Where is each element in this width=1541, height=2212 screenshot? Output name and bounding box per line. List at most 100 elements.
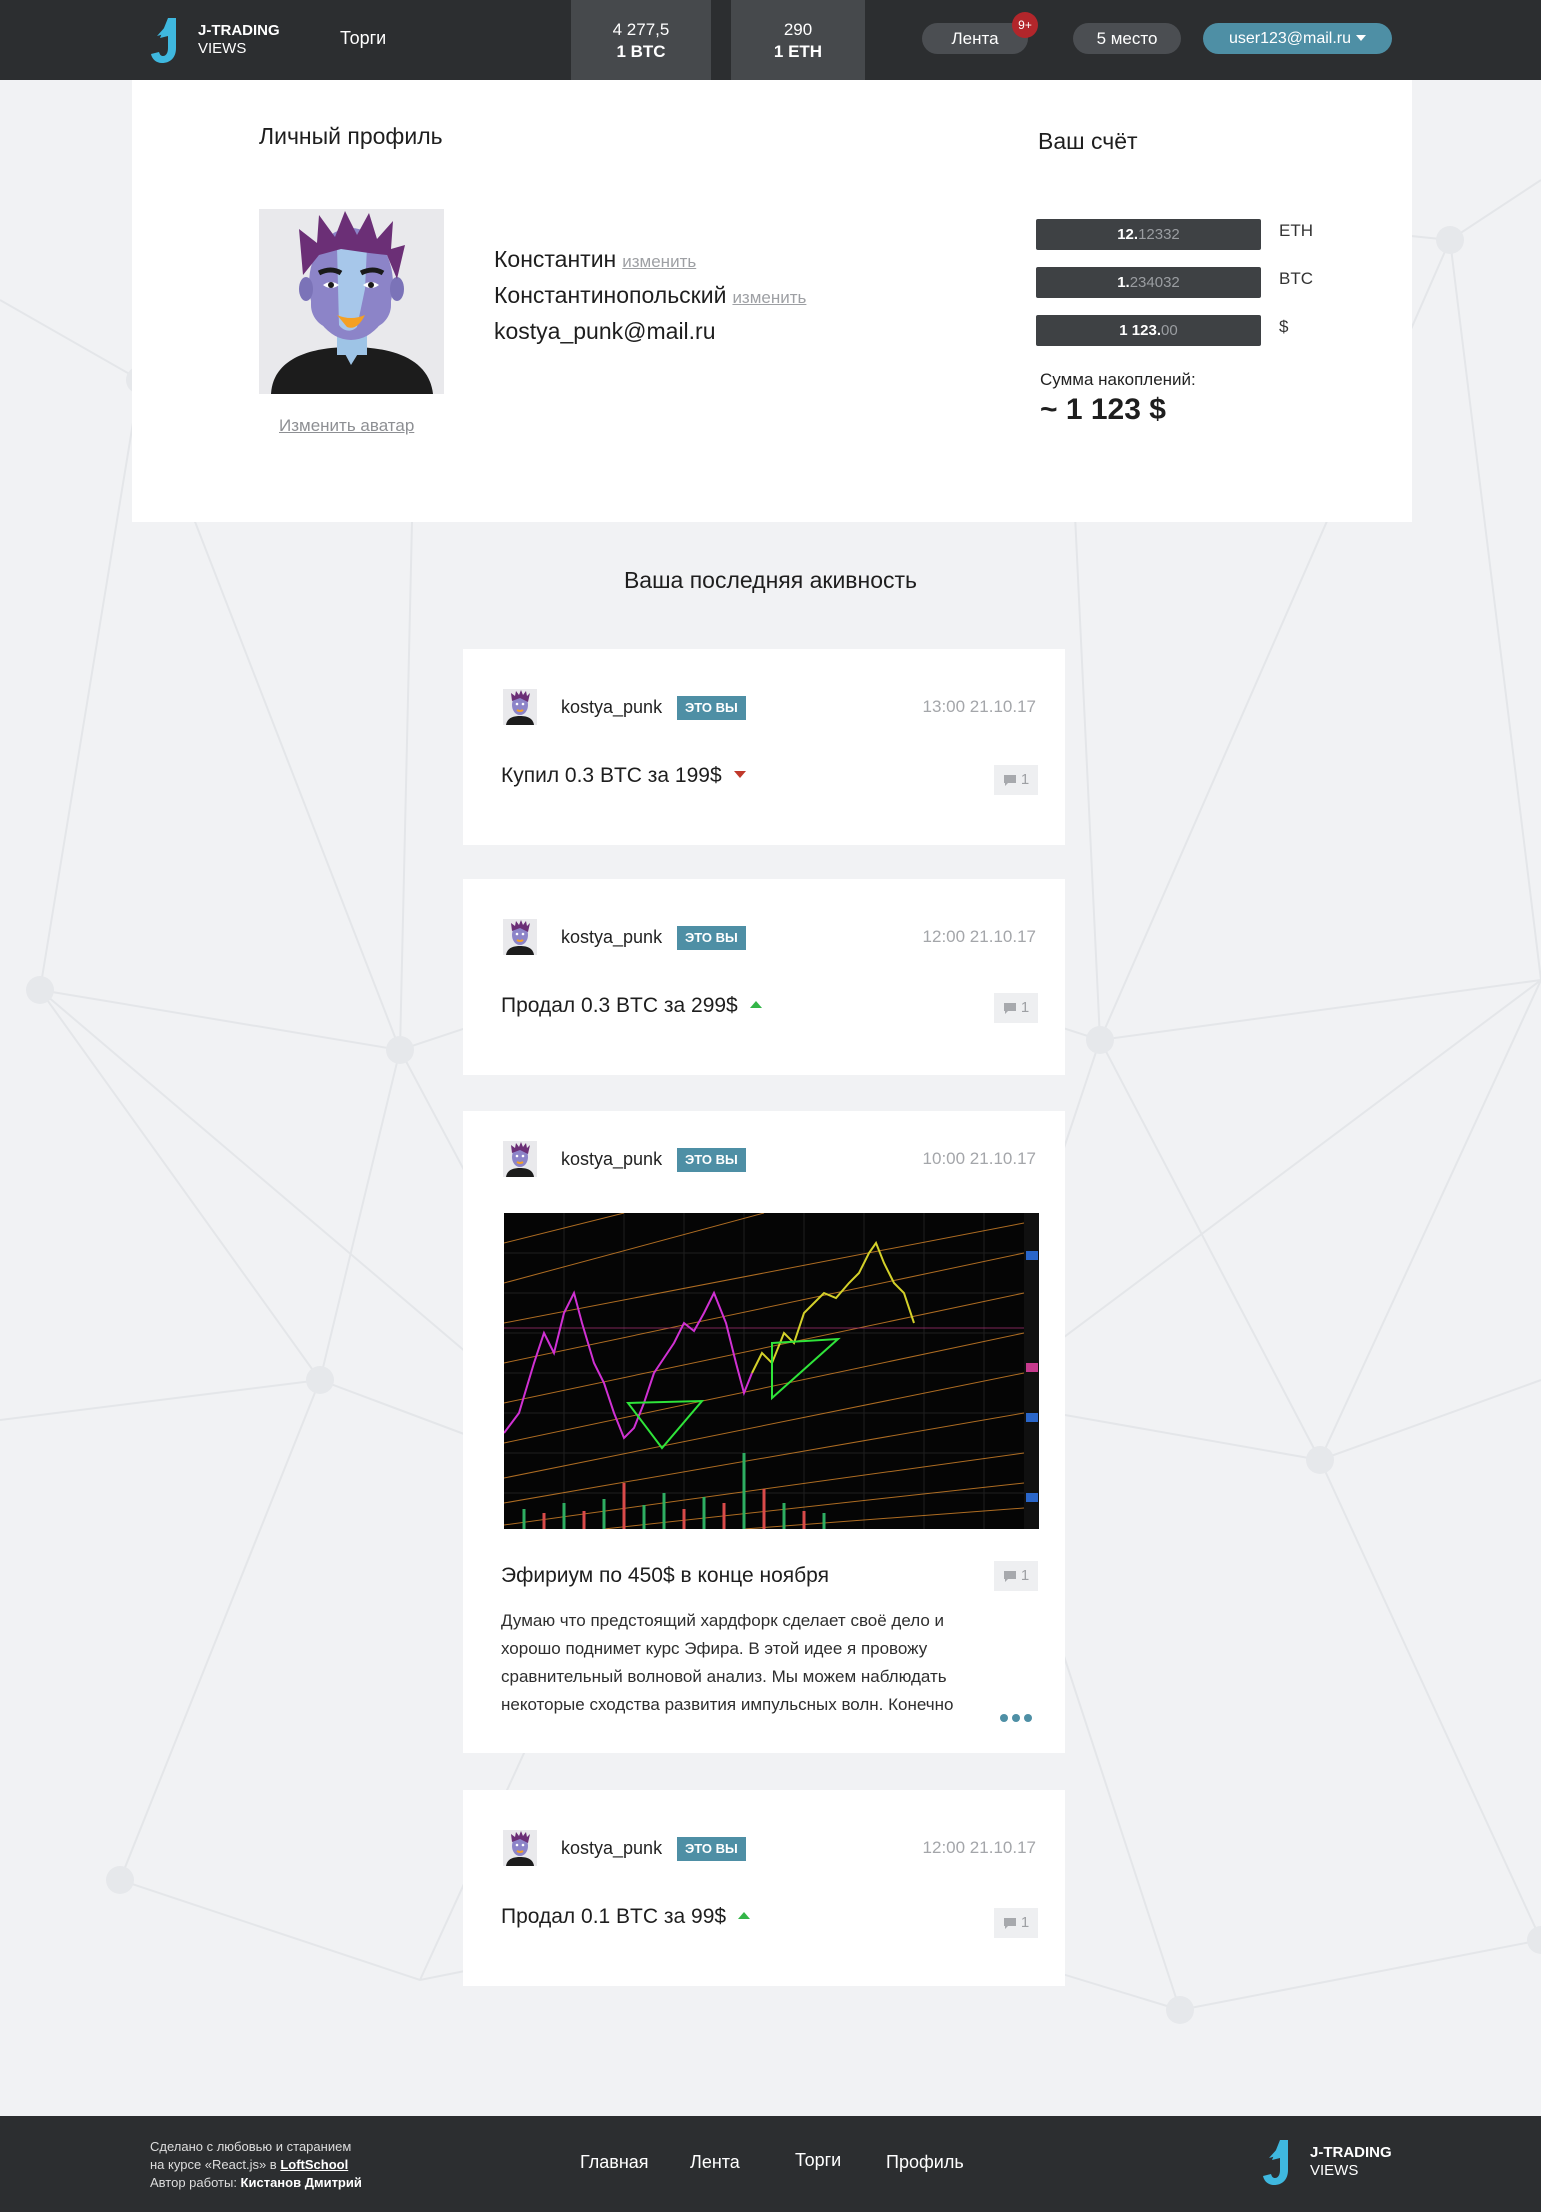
rate-eth[interactable]: 290 1 ETH xyxy=(731,0,865,80)
balance-eth-dec: 12332 xyxy=(1138,226,1180,243)
chevron-down-icon xyxy=(1356,35,1367,41)
comment-icon xyxy=(1003,1571,1016,1582)
you-badge: ЭТО ВЫ xyxy=(677,926,746,950)
you-badge: ЭТО ВЫ xyxy=(677,696,746,720)
change-avatar-link[interactable]: Изменить аватар xyxy=(279,416,414,436)
balance-usd-int: 1 123. xyxy=(1119,322,1162,339)
footer-brand-line1: J-TRADING xyxy=(1310,2144,1392,2161)
user-menu-button[interactable]: user123@mail.ru xyxy=(1203,23,1392,54)
post-message: Продал 0.1 BTC за 99$ xyxy=(501,1905,751,1929)
brand-logo[interactable]: J-TRADING VIEWS xyxy=(150,16,280,64)
notification-badge: 9+ xyxy=(1012,12,1038,38)
account-title: Ваш счёт xyxy=(1038,128,1138,154)
activity-post: kostya_punk ЭТО ВЫ 13:00 21.10.17 Купил … xyxy=(463,649,1065,845)
footer-nav-profile[interactable]: Профиль xyxy=(886,2152,964,2173)
balance-btc: 1.234032 xyxy=(1036,267,1261,298)
edit-last-name-link[interactable]: изменить xyxy=(732,288,806,307)
user-email: user123@mail.ru xyxy=(1228,30,1352,47)
profile-title: Личный профиль xyxy=(259,123,443,149)
profile-first-name: Константин изменить xyxy=(494,246,696,273)
credits-line1: Сделано с любовью и старанием xyxy=(150,2139,352,2154)
footer-brand-logo[interactable]: J-TRADING VIEWS xyxy=(1262,2138,1392,2186)
credits-line3: Автор работы: Кистанов Дмитрий xyxy=(150,2174,362,2192)
post-chart-image[interactable] xyxy=(504,1213,1039,1529)
comment-icon xyxy=(1003,775,1016,786)
balance-usd-currency: $ xyxy=(1279,317,1289,336)
avatar-icon xyxy=(506,1831,534,1866)
rate-btc[interactable]: 4 277,5 1 BTC xyxy=(571,0,711,80)
profile-email: kostya_punk@mail.ru xyxy=(494,318,716,344)
feed-label: Лента xyxy=(951,29,999,48)
post-username[interactable]: kostya_punk xyxy=(561,1838,662,1859)
avatar-icon xyxy=(506,920,534,955)
more-dot xyxy=(1000,1714,1008,1722)
edit-first-name-link[interactable]: изменить xyxy=(622,252,696,271)
balance-eth-currency: ETH xyxy=(1279,221,1313,240)
logo-icon xyxy=(151,18,176,63)
post-time: 13:00 21.10.17 xyxy=(922,697,1036,716)
top-header: J-TRADING VIEWS Торги 4 277,5 1 BTC 290 … xyxy=(0,0,1541,80)
comments-button[interactable]: 1 xyxy=(994,1561,1038,1591)
balance-usd: 1 123.00 xyxy=(1036,315,1261,346)
rate-btc-unit: 1 BTC xyxy=(616,42,666,61)
activity-post: kostya_punk ЭТО ВЫ 12:00 21.10.17 Продал… xyxy=(463,879,1065,1075)
balance-eth-int: 12. xyxy=(1117,226,1139,243)
balance-btc-int: 1. xyxy=(1117,274,1130,291)
rate-eth-value: 290 xyxy=(783,20,813,39)
balance-eth: 12.12332 xyxy=(1036,219,1261,250)
credits-author: Кистанов Дмитрий xyxy=(240,2175,362,2190)
trend-up-icon xyxy=(738,1912,751,1919)
post-avatar xyxy=(503,1141,537,1177)
credits-author-label: Автор работы: xyxy=(150,2175,241,2190)
more-dot xyxy=(1012,1714,1020,1722)
balance-btc-dec: 234032 xyxy=(1129,274,1180,291)
savings-value: ~ 1 123 $ xyxy=(1040,393,1166,426)
read-more-button[interactable] xyxy=(996,1709,1032,1727)
comments-button[interactable]: 1 xyxy=(994,1908,1038,1938)
avatar xyxy=(259,209,444,394)
trend-up-icon xyxy=(749,1001,762,1008)
comments-count: 1 xyxy=(1020,1567,1030,1584)
feed-button[interactable]: Лента 9+ xyxy=(922,12,1038,54)
post-avatar xyxy=(503,919,537,955)
footer-credits: Сделано с любовью и старанием на курсе «… xyxy=(150,2138,362,2192)
post-username[interactable]: kostya_punk xyxy=(561,927,662,948)
balance-btc-currency: BTC xyxy=(1279,269,1313,288)
comment-icon xyxy=(1003,1918,1016,1929)
post-text: Купил 0.3 BTC за 199$ xyxy=(501,764,722,787)
balance-usd-dec: 00 xyxy=(1161,322,1178,339)
post-title[interactable]: Эфириум по 450$ в конце ноября xyxy=(501,1564,829,1588)
post-time: 12:00 21.10.17 xyxy=(922,927,1036,946)
profile-card: Личный профиль Изменить аватар Константи… xyxy=(132,80,1412,522)
footer-nav-home[interactable]: Главная xyxy=(580,2152,649,2173)
post-username[interactable]: kostya_punk xyxy=(561,1149,662,1170)
brand-line2: VIEWS xyxy=(198,40,247,57)
you-badge: ЭТО ВЫ xyxy=(677,1837,746,1861)
post-avatar xyxy=(503,689,537,725)
trend-down-icon xyxy=(733,771,746,778)
loftschool-link[interactable]: LoftSchool xyxy=(280,2157,348,2172)
more-dot xyxy=(1024,1714,1032,1722)
avatar-icon xyxy=(271,211,433,394)
comments-button[interactable]: 1 xyxy=(994,765,1038,795)
nav-trade-link[interactable]: Торги xyxy=(340,28,386,49)
comments-count: 1 xyxy=(1020,1914,1030,1931)
activity-post: kostya_punk ЭТО ВЫ 12:00 21.10.17 Продал… xyxy=(463,1790,1065,1986)
post-time: 12:00 21.10.17 xyxy=(922,1838,1036,1857)
you-badge: ЭТО ВЫ xyxy=(677,1148,746,1172)
post-username[interactable]: kostya_punk xyxy=(561,697,662,718)
post-text: Продал 0.3 BTC за 299$ xyxy=(501,994,738,1017)
footer-nav-feed[interactable]: Лента xyxy=(690,2152,740,2173)
comment-icon xyxy=(1003,1003,1016,1014)
rank-button[interactable]: 5 место xyxy=(1073,23,1181,54)
post-message: Продал 0.3 BTC за 299$ xyxy=(501,994,762,1018)
avatar-icon xyxy=(506,1142,534,1177)
footer: Сделано с любовью и старанием на курсе «… xyxy=(0,2116,1541,2212)
last-name-value: Константинопольский xyxy=(494,282,727,308)
footer-nav-trade[interactable]: Торги xyxy=(795,2150,841,2171)
comments-button[interactable]: 1 xyxy=(994,993,1038,1023)
post-time: 10:00 21.10.17 xyxy=(922,1149,1036,1168)
activity-post: kostya_punk ЭТО ВЫ 10:00 21.10.17 Эфириу… xyxy=(463,1111,1065,1753)
credits-line2: на курсе «React.js» в LoftSchool xyxy=(150,2156,362,2174)
post-body: Думаю что предстоящий хардфорк сделает с… xyxy=(501,1611,954,1714)
